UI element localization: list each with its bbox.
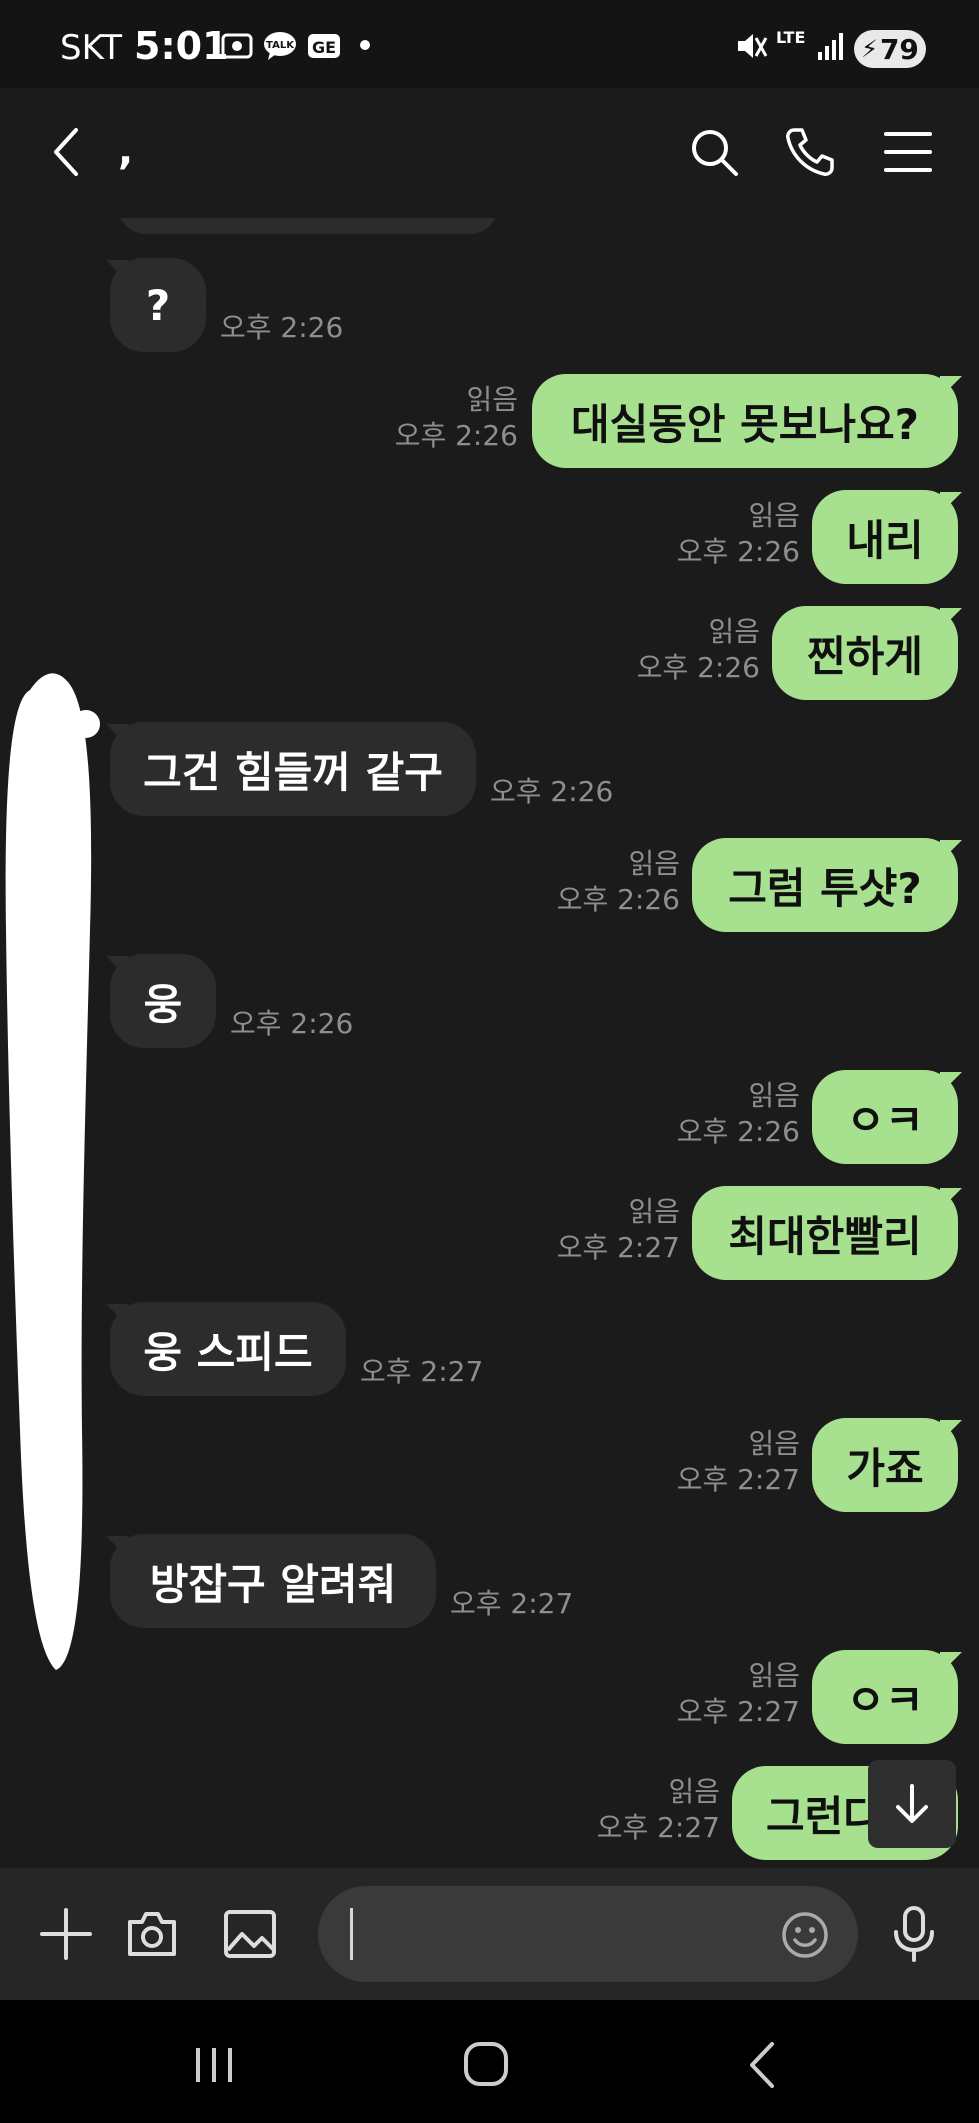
talk-notification-icon: TALK — [264, 32, 296, 60]
received-message[interactable]: ? — [110, 258, 206, 352]
back-icon[interactable] — [46, 124, 86, 180]
message-time: 오후 2:27 — [596, 1811, 720, 1844]
battery-level: 79 — [879, 32, 919, 66]
message-text: 내리 — [846, 515, 924, 565]
sent-message[interactable]: 가죠 — [812, 1418, 958, 1512]
message-time: 오후 2:26 — [636, 651, 760, 684]
read-label: 읽음 — [466, 383, 518, 416]
message-meta: 읽음 오후 2:26 — [330, 382, 518, 454]
read-label: 읽음 — [668, 1775, 720, 1808]
read-label: 읽음 — [748, 1079, 800, 1112]
message-text: ㅇㅋ — [846, 1675, 924, 1725]
screenshot-icon — [221, 33, 253, 59]
message-time: 오후 2:27 — [450, 1587, 574, 1620]
sent-message[interactable]: 대실동안 못보나요? — [532, 374, 958, 468]
message-time: 오후 2:27 — [360, 1355, 484, 1388]
sent-message[interactable]: ㅇㅋ — [812, 1650, 958, 1744]
camera-icon[interactable] — [122, 1904, 182, 1964]
scroll-down-icon — [896, 1784, 928, 1823]
message-meta: 읽음 오후 2:27 — [500, 1194, 680, 1266]
chat-title: , — [118, 128, 134, 174]
plus-icon[interactable] — [36, 1904, 96, 1964]
sent-message[interactable]: 최대한빨리 — [692, 1186, 958, 1280]
message-meta: 읽음 오후 2:26 — [620, 498, 800, 570]
sent-message[interactable]: 찐하게 — [772, 606, 958, 700]
status-bar: SKT 5:01 TALK GE LTE ⚡ 79 — [0, 0, 979, 88]
message-text: 그런다 — [766, 1791, 882, 1841]
message-text: 최대한빨리 — [728, 1211, 922, 1261]
message-time: 오후 2:26 — [676, 535, 800, 568]
phone-icon[interactable] — [782, 124, 838, 180]
message-meta: 읽음 오후 2:26 — [580, 614, 760, 686]
message-meta: 읽음 오후 2:27 — [620, 1426, 800, 1498]
emoji-icon[interactable] — [780, 1910, 830, 1960]
message-text: 웅 — [143, 979, 183, 1029]
sent-message[interactable]: 그럼 투샷? — [692, 838, 958, 932]
read-label: 읽음 — [628, 847, 680, 880]
message-time: 오후 2:26 — [230, 1007, 354, 1040]
chat-area[interactable]: ? 오후 2:26 읽음 오후 2:26 대실동안 못보나요? 읽음 오후 2:… — [0, 218, 979, 1868]
search-icon[interactable] — [686, 124, 742, 180]
read-label: 읽음 — [748, 1427, 800, 1460]
menu-icon[interactable] — [880, 124, 936, 180]
carrier-label: SKT — [60, 28, 123, 68]
read-label: 읽음 — [708, 615, 760, 648]
svg-text:GE: GE — [312, 38, 336, 57]
notification-dot — [360, 40, 370, 50]
message-input[interactable] — [318, 1886, 858, 1982]
message-time: 오후 2:27 — [676, 1695, 800, 1728]
recents-icon[interactable] — [184, 2040, 244, 2090]
network-label: LTE — [776, 28, 806, 47]
received-message[interactable]: 웅 — [110, 954, 216, 1048]
system-navigation-bar — [0, 2000, 979, 2123]
read-label: 읽음 — [628, 1195, 680, 1228]
message-text: 방잡구 알려줘 — [149, 1559, 397, 1609]
app-notification-icon: GE — [308, 34, 340, 58]
mute-icon — [738, 34, 768, 58]
message-time: 오후 2:27 — [556, 1231, 680, 1264]
nav-back-icon[interactable] — [734, 2040, 794, 2090]
chat-header: , — [0, 88, 979, 218]
sent-message[interactable]: ㅇㅋ — [812, 1070, 958, 1164]
battery-indicator: ⚡ 79 — [854, 30, 926, 68]
charging-icon: ⚡ — [861, 35, 878, 63]
home-icon[interactable] — [456, 2040, 516, 2090]
message-text: 찐하게 — [807, 631, 923, 681]
message-text: 그건 힘들꺼 같구 — [143, 747, 443, 797]
received-message[interactable]: 웅 스피드 — [110, 1302, 346, 1396]
read-label: 읽음 — [748, 1659, 800, 1692]
message-time: 오후 2:26 — [676, 1115, 800, 1148]
message-time: 오후 2:26 — [490, 775, 614, 808]
message-meta: 읽음 오후 2:26 — [620, 1078, 800, 1150]
read-label: 읽음 — [748, 499, 800, 532]
message-time: 오후 2:26 — [556, 883, 680, 916]
svg-text:TALK: TALK — [266, 40, 295, 51]
message-meta: 읽음 오후 2:26 — [500, 846, 680, 918]
message-text: 대실동안 못보나요? — [570, 399, 920, 449]
message-meta: 읽음 오후 2:27 — [540, 1774, 720, 1846]
message-input-bar — [0, 1868, 979, 2000]
clock: 5:01 — [134, 24, 229, 68]
redaction-scribble — [5, 673, 100, 1670]
signal-icon — [818, 33, 843, 60]
message-text: 가죠 — [846, 1443, 924, 1493]
sent-message[interactable]: 내리 — [812, 490, 958, 584]
message-text: ㅇㅋ — [846, 1095, 924, 1145]
received-message[interactable]: 그건 힘들꺼 같구 — [110, 722, 476, 816]
message-time: 오후 2:26 — [394, 419, 518, 452]
message-meta: 읽음 오후 2:27 — [620, 1658, 800, 1730]
partial-bubble-top — [118, 218, 498, 234]
message-text: 그럼 투샷? — [728, 863, 922, 913]
message-time: 오후 2:26 — [220, 311, 344, 344]
mic-icon[interactable] — [884, 1904, 944, 1964]
message-text: ? — [145, 280, 171, 330]
text-cursor — [350, 1908, 353, 1960]
gallery-icon[interactable] — [220, 1904, 280, 1964]
scroll-down-button[interactable] — [868, 1760, 956, 1848]
message-time: 오후 2:27 — [676, 1463, 800, 1496]
message-text: 웅 스피드 — [143, 1327, 313, 1377]
received-message[interactable]: 방잡구 알려줘 — [110, 1534, 436, 1628]
